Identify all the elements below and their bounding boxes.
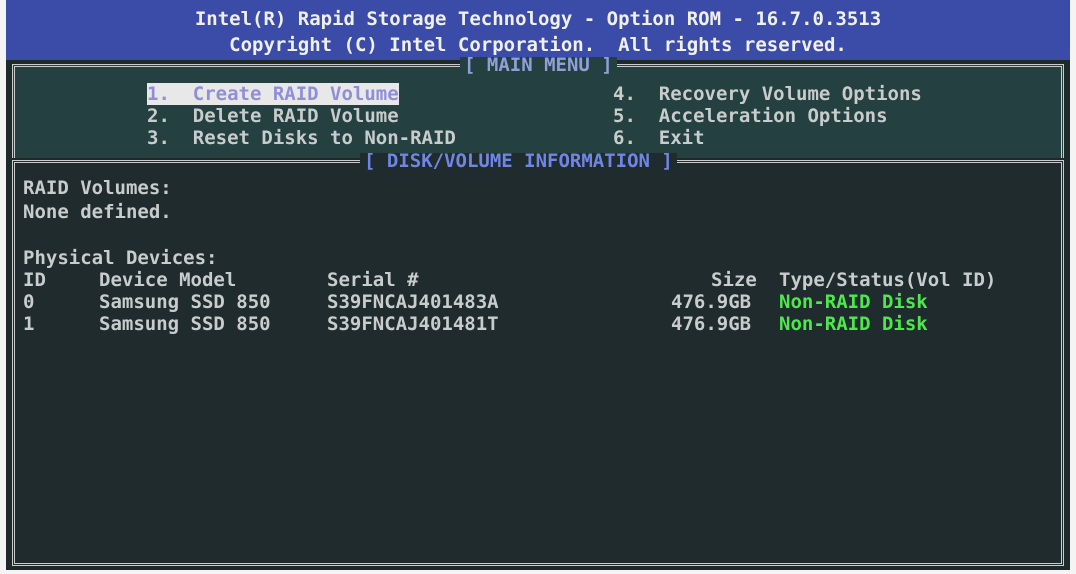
device-row-1-serial: S39FNCAJ401481T [327,313,499,335]
device-row-1-size: 476.9GB [671,313,752,335]
column-header-serial: Serial # [327,269,419,291]
device-row-1-id: 1 [23,313,35,335]
bios-screen: Intel(R) Rapid Storage Technology - Opti… [6,0,1070,570]
main-menu-panel: [ MAIN MENU ] 1. Create RAID Volume 2. D… [12,56,1064,158]
device-row-1-model: Samsung SSD 850 [99,313,271,335]
device-row-0-status: Non-RAID Disk [779,291,928,313]
menu-item-create-raid-volume[interactable]: 1. Create RAID Volume [147,83,399,105]
column-header-id: ID [23,269,46,291]
menu-item-delete-raid-volume[interactable]: 2. Delete RAID Volume [147,105,399,127]
column-header-device-model: Device Model [99,269,237,291]
device-row-0-size: 476.9GB [671,291,752,313]
column-header-size: Size [711,269,757,291]
device-row-1-status: Non-RAID Disk [779,313,928,335]
column-header-type-status: Type/Status(Vol ID) [779,269,997,291]
rst-header: Intel(R) Rapid Storage Technology - Opti… [6,0,1070,60]
main-menu-title: [ MAIN MENU ] [460,56,617,75]
physical-devices-heading: Physical Devices: [23,247,218,269]
menu-item-reset-disks[interactable]: 3. Reset Disks to Non-RAID [147,127,456,149]
menu-item-exit[interactable]: 6. Exit [613,127,705,149]
device-row-0-id: 0 [23,291,35,313]
device-row-0-model: Samsung SSD 850 [99,291,271,313]
menu-item-recovery-volume-options[interactable]: 4. Recovery Volume Options [613,83,922,105]
disk-info-title: [ DISK/VOLUME INFORMATION ] [360,152,677,171]
menu-item-acceleration-options[interactable]: 5. Acceleration Options [613,105,888,127]
raid-volumes-value: None defined. [23,201,172,223]
disk-volume-info-panel: [ DISK/VOLUME INFORMATION ] RAID Volumes… [12,152,1064,566]
header-copyright: Copyright (C) Intel Corporation. All rig… [229,34,847,56]
header-title: Intel(R) Rapid Storage Technology - Opti… [194,8,882,30]
device-row-0-serial: S39FNCAJ401483A [327,291,499,313]
raid-volumes-heading: RAID Volumes: [23,177,172,199]
